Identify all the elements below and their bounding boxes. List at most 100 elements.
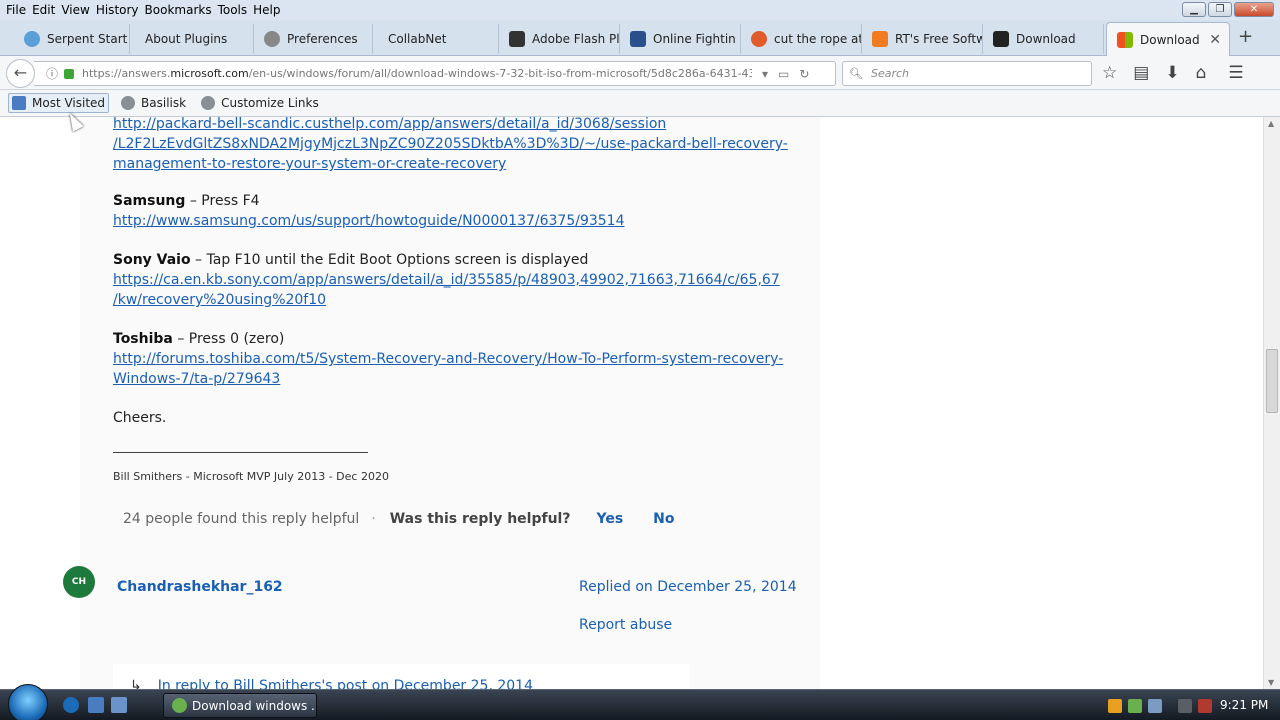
shield-icon[interactable]	[1108, 698, 1122, 713]
reload-icon[interactable]: ↻	[799, 67, 809, 81]
tab-cut-the-rope[interactable]: cut the rope at	[741, 24, 862, 54]
basilisk-icon	[121, 96, 136, 110]
start-button[interactable]	[8, 684, 48, 720]
yes-button[interactable]: Yes	[596, 511, 623, 527]
info-icon[interactable]: ⓘ	[46, 65, 58, 82]
switch-windows-icon[interactable]	[111, 697, 127, 713]
download-icon[interactable]: ⬇	[1165, 63, 1179, 83]
tab-download-active[interactable]: Download ✕	[1106, 22, 1230, 56]
toshiba-link-line-1[interactable]: http://forums.toshiba.com/t5/System-Reco…	[113, 351, 783, 367]
network-icon[interactable]	[1148, 698, 1162, 713]
packard-link-line-3[interactable]: management-to-restore-your-system-or-cre…	[113, 156, 506, 172]
sony-link-line-1[interactable]: https://ca.en.kb.sony.com/app/answers/de…	[113, 272, 780, 288]
avatar[interactable]: CH	[63, 566, 95, 598]
menu-edit[interactable]: Edit	[32, 3, 55, 17]
bookmark-most-visited[interactable]: Most Visited	[8, 93, 110, 113]
tab-about-plugins[interactable]: About Plugins	[130, 24, 254, 54]
in-reply-link[interactable]: In reply to Bill Smithers's post on Dece…	[158, 678, 533, 689]
url-text[interactable]: https://answers.microsoft.com/en-us/wind…	[82, 67, 752, 80]
minimize-button[interactable]: ▁	[1182, 2, 1206, 17]
menu-icon[interactable]: ☰	[1228, 63, 1243, 83]
close-window-button[interactable]: ✕	[1234, 2, 1274, 17]
sony-brand: Sony Vaio	[113, 252, 191, 268]
tab-label: Serpent Start P	[47, 32, 130, 46]
samsung-link[interactable]: http://www.samsung.com/us/support/howtog…	[113, 213, 625, 229]
speaker-muted-icon[interactable]	[1198, 698, 1212, 713]
page-content: http://packard-bell-scandic.custhelp.com…	[0, 117, 1263, 689]
checkmark-icon[interactable]	[1128, 698, 1142, 713]
close-tab-icon[interactable]: ✕	[1209, 32, 1221, 48]
bookmark-label: Basilisk	[141, 96, 187, 110]
tab-download-7zip[interactable]: Download	[983, 24, 1104, 54]
reply-date[interactable]: Replied on December 25, 2014	[579, 579, 797, 595]
back-button[interactable]: ←	[6, 59, 35, 88]
tab-serpent-start[interactable]: Serpent Start P	[14, 24, 130, 54]
customize-links-icon	[201, 96, 216, 110]
tab-rt-free-software[interactable]: RT's Free Softw	[862, 24, 983, 54]
toshiba-brand: Toshiba	[113, 331, 173, 347]
signature-divider	[113, 452, 368, 453]
sony-link-line-2[interactable]: /kw/recovery%20using%20f10	[113, 292, 326, 308]
browser-icon	[172, 698, 187, 713]
taskbar-clock[interactable]: 9:21 PM	[1220, 698, 1268, 712]
page-icon	[509, 31, 525, 47]
tab-adobe-flash[interactable]: Adobe Flash Pl	[499, 24, 620, 54]
menu-help[interactable]: Help	[253, 3, 280, 17]
gear-icon	[264, 31, 280, 47]
tab-label: Online Fightin	[653, 32, 736, 46]
home-icon[interactable]: ⌂	[1196, 63, 1207, 83]
no-button[interactable]: No	[653, 511, 674, 527]
scroll-down-icon[interactable]: ▼	[1268, 678, 1274, 687]
tab-label: CollabNet	[388, 32, 447, 46]
menu-view[interactable]: View	[61, 3, 89, 17]
taskbar-window-label: Download windows ...	[192, 698, 317, 713]
search-placeholder: Search	[870, 67, 910, 80]
monitor-icon[interactable]	[1178, 698, 1192, 713]
lock-icon[interactable]	[64, 68, 75, 79]
bookmarks-list-icon[interactable]: ▤	[1133, 63, 1149, 83]
address-bar[interactable]: ⓘ https://answers.microsoft.com/en-us/wi…	[34, 61, 836, 86]
tab-online-fighting[interactable]: Online Fightin	[620, 24, 741, 54]
search-box[interactable]: 🔍︎ Search	[842, 61, 1092, 86]
most-visited-icon	[12, 96, 26, 110]
menu-bookmarks[interactable]: Bookmarks	[145, 3, 212, 17]
tab-preferences[interactable]: Preferences	[254, 24, 373, 54]
taskbar-browser-window[interactable]: Download windows ...	[163, 693, 317, 718]
reply-username[interactable]: Chandrashekhar_162	[117, 579, 283, 595]
bookmark-basilisk[interactable]: Basilisk	[118, 94, 189, 112]
menu-history[interactable]: History	[96, 3, 139, 17]
serpent-icon	[24, 31, 40, 47]
packard-link-line-1[interactable]: http://packard-bell-scandic.custhelp.com…	[113, 117, 666, 132]
new-tab-button[interactable]: +	[1238, 26, 1253, 47]
url-domain: microsoft.com	[170, 67, 249, 80]
scroll-up-icon[interactable]: ▲	[1268, 119, 1274, 128]
tab-label: cut the rope at	[774, 32, 862, 46]
scrollbar-thumb[interactable]	[1266, 349, 1278, 413]
tab-label: RT's Free Softw	[895, 32, 983, 46]
samsung-section: Samsung – Press F4 http://www.samsung.co…	[113, 191, 625, 231]
tab-label: Download	[1016, 32, 1076, 46]
vertical-scrollbar[interactable]: ▲ ▼	[1263, 117, 1280, 689]
signature: Bill Smithers - Microsoft MVP July 2013 …	[113, 470, 389, 483]
maximize-button[interactable]: ❐	[1208, 2, 1232, 17]
report-abuse-link[interactable]: Report abuse	[579, 617, 672, 633]
packard-link-line-2[interactable]: /L2F2LzEvdGltZS8xNDA2MjgyMjczL3NpZC90Z20…	[113, 136, 788, 152]
bookmark-customize-links[interactable]: Customize Links	[198, 94, 322, 112]
show-desktop-icon[interactable]	[88, 697, 104, 713]
internet-explorer-icon[interactable]	[63, 697, 79, 713]
chevron-down-icon[interactable]: ▾	[762, 67, 768, 81]
toolbar-icons: ☆ ▤ ⬇ ⌂ ☰	[1102, 63, 1244, 83]
site-icon	[751, 31, 767, 47]
tab-label: Adobe Flash Pl	[532, 32, 620, 46]
menu-tools[interactable]: Tools	[218, 3, 248, 17]
tab-label: Download	[1140, 32, 1200, 47]
bookmark-star-icon[interactable]: ☆	[1102, 63, 1117, 83]
navigation-bar: ⓘ https://answers.microsoft.com/en-us/wi…	[0, 56, 1280, 90]
in-reply-to: ↳ In reply to Bill Smithers's post on De…	[130, 678, 533, 689]
tab-collabnet[interactable]: CollabNet	[373, 24, 499, 54]
menu-file[interactable]: File	[6, 3, 26, 17]
sony-instructions: – Tap F10 until the Edit Boot Options sc…	[190, 252, 589, 268]
toshiba-link-line-2[interactable]: Windows-7/ta-p/279643	[113, 371, 280, 387]
closing-text: Cheers.	[113, 410, 167, 426]
reader-view-icon[interactable]: ▭	[778, 67, 789, 81]
